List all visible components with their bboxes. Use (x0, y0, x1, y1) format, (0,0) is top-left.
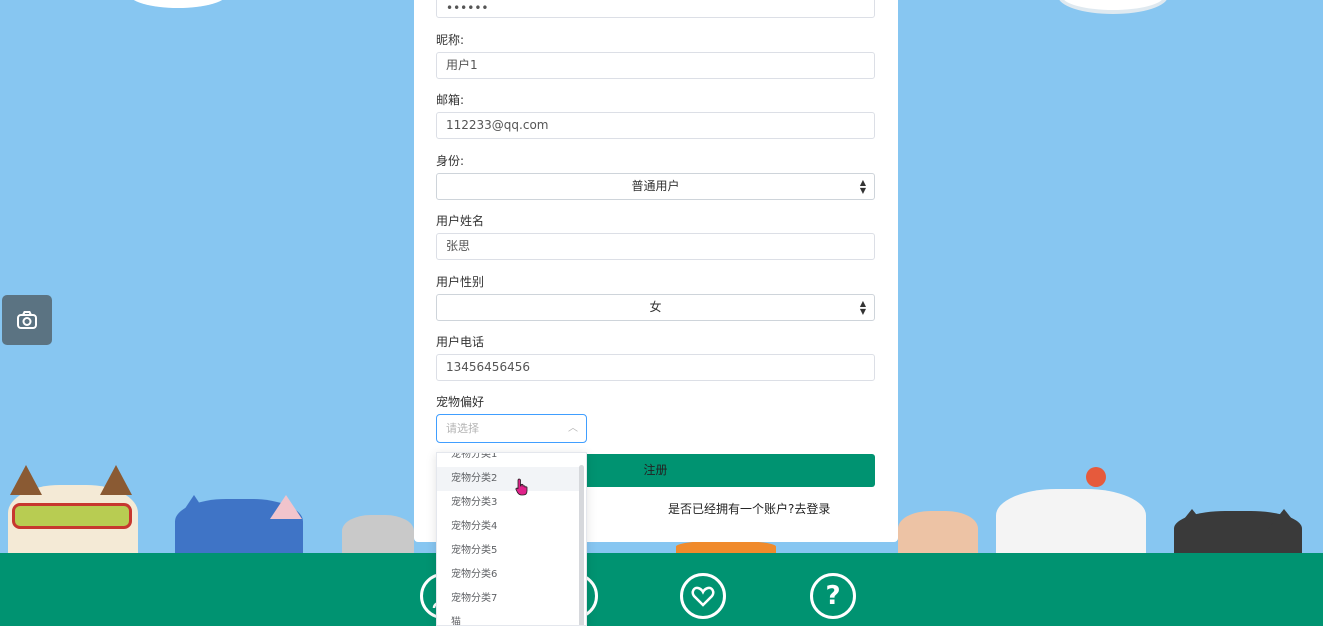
dropdown-option[interactable]: 宠物分类3 (437, 491, 580, 515)
heart-icon[interactable] (680, 573, 726, 619)
dropdown-option[interactable]: 宠物分类2 (437, 467, 580, 491)
bird-decoration (1086, 467, 1106, 487)
name-label: 用户姓名 (436, 214, 485, 228)
phone-field[interactable]: 13456456456 (436, 354, 875, 381)
camera-icon (17, 311, 37, 329)
pet-preference-placeholder: 请选择 (446, 422, 479, 435)
dropdown-scrollbar[interactable] (579, 465, 584, 625)
dropdown-option[interactable]: 宠物分类6 (437, 563, 580, 587)
role-select-value: 普通用户 (631, 179, 680, 193)
chevron-up-icon: ︿ (568, 423, 578, 434)
cat-ear (178, 495, 210, 519)
cat-ear (1268, 509, 1300, 529)
cloud-decoration (1058, 0, 1168, 14)
select-arrows-icon: ▲ ▼ (859, 298, 866, 316)
nickname-field[interactable]: 用户1 (436, 52, 875, 79)
pet-preference-select[interactable]: 请选择 ︿ (436, 414, 587, 443)
question-icon[interactable]: ? (810, 573, 856, 619)
login-link[interactable]: 去登录 (794, 502, 830, 516)
question-glyph: ? (825, 581, 841, 611)
gender-label: 用户性别 (436, 275, 485, 289)
email-label: 邮箱: (436, 93, 465, 107)
cat-figure (996, 489, 1146, 555)
nickname-label: 昵称: (436, 33, 465, 47)
password-field[interactable]: •••••• (436, 0, 875, 18)
footer-bar: ? (0, 553, 1323, 626)
pet-preference-label: 宠物偏好 (436, 395, 485, 409)
dropdown-option[interactable]: 宠物分类1 (437, 453, 580, 467)
dropdown-option[interactable]: 宠物分类4 (437, 515, 580, 539)
select-arrows-icon: ▲ ▼ (859, 177, 866, 195)
dropdown-option[interactable]: 猫 (437, 611, 580, 625)
dropdown-option[interactable]: 宠物分类7 (437, 587, 580, 611)
cloud-decoration (128, 0, 228, 8)
login-prompt-text: 是否已经拥有一个账户? (668, 502, 795, 516)
gender-select-value: 女 (649, 300, 662, 314)
gender-select[interactable]: 女 ▲ ▼ (436, 294, 875, 321)
hand-cursor-icon (515, 478, 529, 500)
dropdown-option[interactable]: 宠物分类5 (437, 539, 580, 563)
camera-button[interactable] (2, 295, 52, 345)
cat-ear (1176, 509, 1208, 529)
cat-figure (342, 515, 414, 555)
name-field[interactable]: 张思 (436, 233, 875, 260)
phone-label: 用户电话 (436, 335, 485, 349)
cat-ear (270, 495, 302, 519)
cat-ear (100, 465, 132, 495)
pet-preference-dropdown: 宠物分类1 宠物分类2 宠物分类3 宠物分类4 宠物分类5 宠物分类6 宠物分类… (436, 452, 587, 626)
cat-figure (898, 511, 978, 555)
role-select[interactable]: 普通用户 ▲ ▼ (436, 173, 875, 200)
role-label: 身份: (436, 154, 465, 168)
glasses-decoration (12, 503, 132, 529)
cat-ear (10, 465, 42, 495)
email-field[interactable]: 112233@qq.com (436, 112, 875, 139)
login-prompt: 是否已经拥有一个账户?去登录 (668, 500, 830, 517)
